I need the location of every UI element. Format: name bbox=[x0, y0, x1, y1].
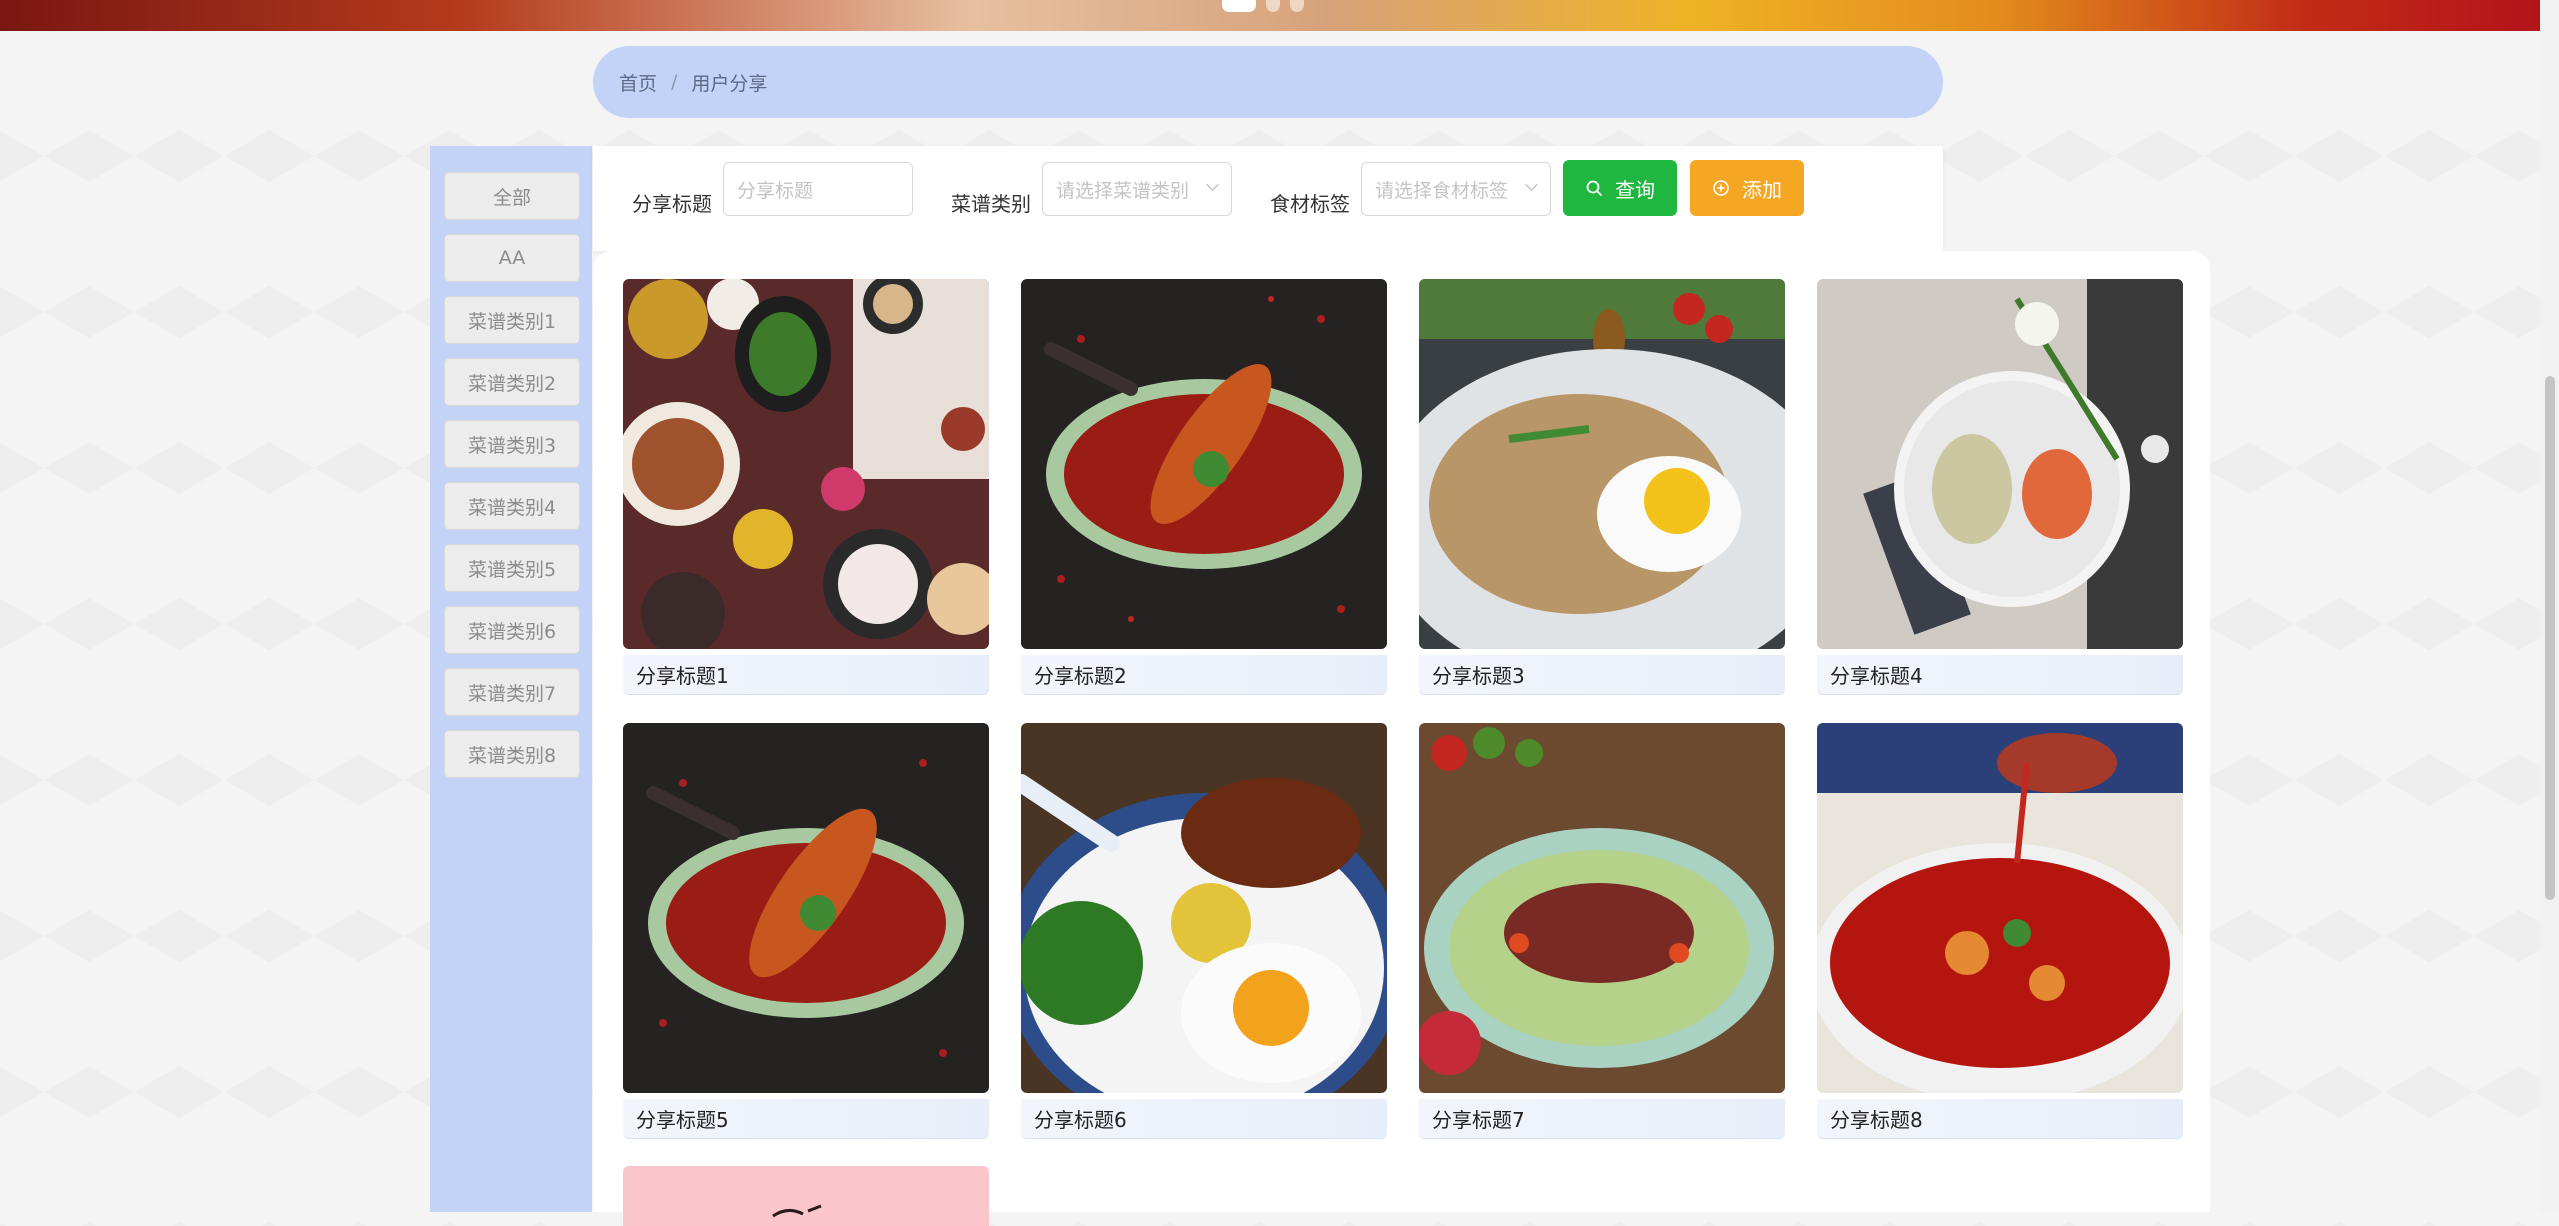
category-select-placeholder: 请选择菜谱类别 bbox=[1056, 179, 1190, 202]
chevron-down-icon bbox=[1206, 178, 1219, 191]
share-card[interactable]: 分享标题3 bbox=[1419, 279, 1785, 695]
category-item[interactable]: 菜谱类别2 bbox=[444, 358, 580, 406]
category-item[interactable]: 菜谱类别4 bbox=[444, 482, 580, 530]
share-card-title[interactable]: 分享标题4 bbox=[1817, 655, 2183, 695]
filter-bar: 分享标题 分享标题 菜谱类别 请选择菜谱类别 食材标签 请选择食材标签 查询 添… bbox=[593, 146, 1943, 251]
share-card[interactable]: 分享标题8 bbox=[1817, 723, 2183, 1139]
breadcrumb-home[interactable]: 首页 bbox=[619, 69, 657, 96]
share-card-title[interactable]: 分享标题3 bbox=[1419, 655, 1785, 695]
category-item[interactable]: 菜谱类别5 bbox=[444, 544, 580, 592]
share-card-image[interactable] bbox=[1419, 279, 1785, 649]
carousel-dot[interactable] bbox=[1266, 0, 1280, 12]
breadcrumb-separator: / bbox=[671, 71, 678, 93]
category-all[interactable]: 全部 bbox=[444, 172, 580, 220]
carousel-dot[interactable] bbox=[1290, 0, 1304, 12]
category-select[interactable]: 请选择菜谱类别 bbox=[1042, 162, 1232, 216]
breadcrumb: 首页 / 用户分享 bbox=[593, 46, 1943, 118]
carousel-dot[interactable] bbox=[1222, 0, 1256, 12]
share-card-image[interactable] bbox=[1419, 723, 1785, 1093]
add-circle-icon bbox=[1713, 180, 1729, 196]
carousel-dots bbox=[1222, 0, 1304, 12]
tag-filter-label: 食材标签 bbox=[1270, 192, 1350, 216]
chevron-down-icon bbox=[1525, 178, 1538, 191]
share-card-image[interactable] bbox=[623, 1166, 989, 1226]
share-card-title[interactable]: 分享标题1 bbox=[623, 655, 989, 695]
share-card-title[interactable]: 分享标题5 bbox=[623, 1099, 989, 1139]
category-item[interactable]: 菜谱类别3 bbox=[444, 420, 580, 468]
add-button-label: 添加 bbox=[1742, 177, 1782, 202]
share-card-title[interactable]: 分享标题6 bbox=[1021, 1099, 1387, 1139]
share-card-image[interactable] bbox=[623, 723, 989, 1093]
category-filter-label: 菜谱类别 bbox=[951, 192, 1031, 216]
category-item[interactable]: AA bbox=[444, 234, 580, 282]
scrollbar-thumb[interactable] bbox=[2545, 376, 2555, 900]
category-item[interactable]: 菜谱类别7 bbox=[444, 668, 580, 716]
share-card-title[interactable]: 分享标题2 bbox=[1021, 655, 1387, 695]
share-card[interactable]: 分享标题6 bbox=[1021, 723, 1387, 1139]
category-item[interactable]: 菜谱类别8 bbox=[444, 730, 580, 778]
add-button[interactable]: 添加 bbox=[1690, 160, 1804, 216]
share-card[interactable] bbox=[623, 1166, 989, 1226]
title-filter-label: 分享标题 bbox=[632, 192, 712, 216]
tag-select-placeholder: 请选择食材标签 bbox=[1375, 179, 1509, 202]
share-grid: 分享标题1 分享标题2 分享标题3 分享标题4 分享标题5 分享标题6 分享标题… bbox=[593, 251, 2210, 1226]
share-card-image[interactable] bbox=[1817, 279, 2183, 649]
share-card-image[interactable] bbox=[1021, 279, 1387, 649]
share-card[interactable]: 分享标题5 bbox=[623, 723, 989, 1139]
share-card-title[interactable]: 分享标题8 bbox=[1817, 1099, 2183, 1139]
breadcrumb-current: 用户分享 bbox=[691, 72, 768, 95]
share-card[interactable]: 分享标题7 bbox=[1419, 723, 1785, 1139]
share-card[interactable]: 分享标题1 bbox=[623, 279, 989, 695]
search-icon bbox=[1586, 180, 1602, 196]
tag-select[interactable]: 请选择食材标签 bbox=[1361, 162, 1551, 216]
share-card-image[interactable] bbox=[1817, 723, 2183, 1093]
search-button[interactable]: 查询 bbox=[1563, 160, 1677, 216]
share-card-title[interactable]: 分享标题7 bbox=[1419, 1099, 1785, 1139]
category-item[interactable]: 菜谱类别6 bbox=[444, 606, 580, 654]
category-sidebar: 全部 AA 菜谱类别1 菜谱类别2 菜谱类别3 菜谱类别4 菜谱类别5 菜谱类别… bbox=[430, 146, 592, 1212]
share-card-image[interactable] bbox=[623, 279, 989, 649]
search-button-label: 查询 bbox=[1615, 177, 1655, 202]
category-item[interactable]: 菜谱类别1 bbox=[444, 296, 580, 344]
share-card[interactable]: 分享标题4 bbox=[1817, 279, 2183, 695]
title-input-placeholder: 分享标题 bbox=[737, 179, 814, 202]
share-card[interactable]: 分享标题2 bbox=[1021, 279, 1387, 695]
share-card-image[interactable] bbox=[1021, 723, 1387, 1093]
title-input[interactable]: 分享标题 bbox=[723, 162, 913, 216]
